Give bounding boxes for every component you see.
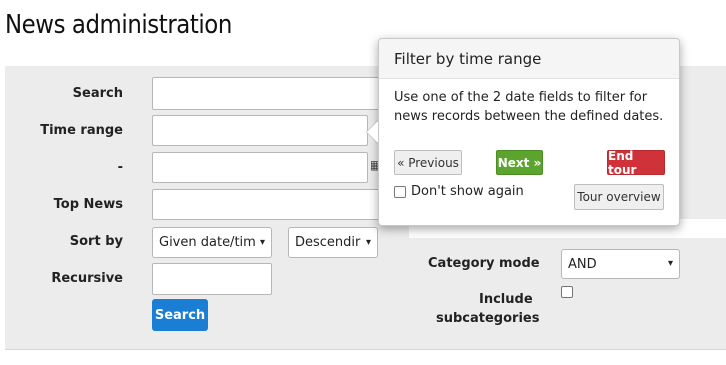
sort-order-select[interactable]: Descendir ▾ [288,227,378,258]
popover-title: Filter by time range [379,39,679,79]
page-title: News administration [5,10,232,40]
recursive-input[interactable] [152,263,272,295]
include-subcategories-label-1: Include [479,292,533,307]
chevron-down-icon: ▾ [259,236,265,248]
sort-order-value: Descendir [295,235,361,250]
time-range-label: Time range [40,123,123,138]
top-news-select[interactable]: ⌄ [152,189,392,220]
dont-show-again-checkbox[interactable] [394,186,406,198]
tour-popover: Filter by time range Use one of the 2 da… [378,38,680,226]
chevron-down-icon: ▾ [667,257,673,269]
category-mode-value: AND [568,256,597,272]
top-news-label: Top News [53,197,123,212]
date-separator-label: - [117,160,123,175]
time-range-start-input[interactable] [152,115,368,146]
chevron-down-icon: ▾ [365,236,371,248]
include-subcategories-checkbox[interactable] [561,286,573,298]
sort-field-value: Given date/tim [159,235,256,250]
sort-by-label: Sort by [69,234,123,249]
include-subcategories-label-2: subcategories [436,311,540,326]
time-range-end-input[interactable] [152,152,368,183]
end-tour-button[interactable]: End tour [607,149,665,177]
popover-body: Use one of the 2 date fields to filter f… [394,90,664,124]
search-button[interactable]: Search [152,299,208,331]
tour-overview-button[interactable]: Tour overview [574,184,664,210]
search-label: Search [72,86,123,101]
recursive-label: Recursive [51,271,123,286]
search-input[interactable] [152,77,392,110]
popover-arrow-inner [367,121,378,143]
dont-show-again-label: Don't show again [411,184,524,199]
category-mode-select[interactable]: AND ▾ [561,249,680,279]
next-button[interactable]: Next » [496,150,543,175]
previous-button[interactable]: « Previous [394,150,462,175]
sort-field-select[interactable]: Given date/tim ▾ [152,227,272,258]
category-mode-label: Category mode [428,256,540,271]
